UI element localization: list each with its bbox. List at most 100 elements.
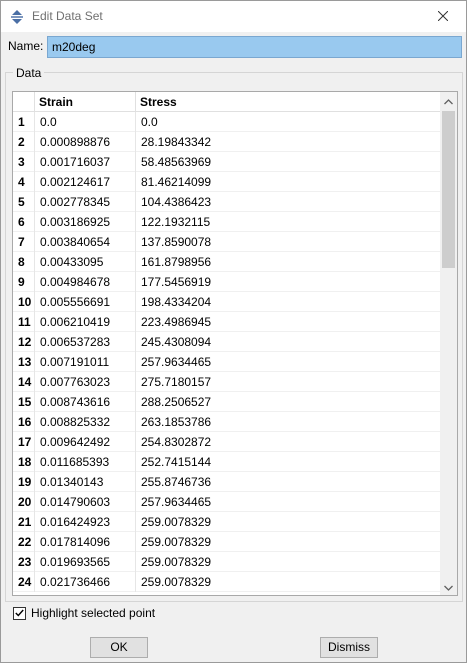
row-index[interactable]: 8 xyxy=(13,252,35,272)
strain-cell[interactable]: 0.000898876 xyxy=(35,132,136,152)
strain-cell[interactable]: 0.009642492 xyxy=(35,432,136,452)
table-row[interactable]: 9 0.004984678 177.5456919 xyxy=(13,272,441,292)
table-row[interactable]: 8 0.00433095 161.8798956 xyxy=(13,252,441,272)
stress-cell[interactable]: 254.8302872 xyxy=(136,432,441,452)
table-row[interactable]: 10 0.005556691 198.4334204 xyxy=(13,292,441,312)
row-index[interactable]: 23 xyxy=(13,552,35,572)
row-index[interactable]: 4 xyxy=(13,172,35,192)
table-row[interactable]: 21 0.016424923 259.0078329 xyxy=(13,512,441,532)
stress-cell[interactable]: 0.0 xyxy=(136,112,441,132)
strain-cell[interactable]: 0.006210419 xyxy=(35,312,136,332)
data-table[interactable]: Strain Stress 1 0.0 0.0 2 0.000898876 28.1984… xyxy=(12,91,458,596)
scroll-up-button[interactable] xyxy=(440,92,457,109)
scroll-thumb[interactable] xyxy=(442,111,455,268)
strain-cell[interactable]: 0.00433095 xyxy=(35,252,136,272)
stress-cell[interactable]: 259.0078329 xyxy=(136,572,441,592)
scroll-down-button[interactable] xyxy=(440,578,457,595)
strain-cell[interactable]: 0.002124617 xyxy=(35,172,136,192)
strain-cell[interactable]: 0.004984678 xyxy=(35,272,136,292)
row-index[interactable]: 6 xyxy=(13,212,35,232)
stress-cell[interactable]: 104.4386423 xyxy=(136,192,441,212)
row-index[interactable]: 19 xyxy=(13,472,35,492)
table-row[interactable]: 24 0.021736466 259.0078329 xyxy=(13,572,441,592)
table-row[interactable]: 13 0.007191011 257.9634465 xyxy=(13,352,441,372)
strain-cell[interactable]: 0.002778345 xyxy=(35,192,136,212)
table-row[interactable]: 14 0.007763023 275.7180157 xyxy=(13,372,441,392)
row-index[interactable]: 20 xyxy=(13,492,35,512)
stress-cell[interactable]: 259.0078329 xyxy=(136,532,441,552)
table-row[interactable]: 11 0.006210419 223.4986945 xyxy=(13,312,441,332)
table-row[interactable]: 20 0.014790603 257.9634465 xyxy=(13,492,441,512)
table-row[interactable]: 3 0.001716037 58.48563969 xyxy=(13,152,441,172)
ok-button[interactable]: OK xyxy=(90,637,148,658)
row-index[interactable]: 13 xyxy=(13,352,35,372)
row-index[interactable]: 12 xyxy=(13,332,35,352)
highlight-selected-point-option[interactable]: Highlight selected point xyxy=(13,605,155,621)
strain-cell[interactable]: 0.008825332 xyxy=(35,412,136,432)
table-row[interactable]: 22 0.017814096 259.0078329 xyxy=(13,532,441,552)
row-index[interactable]: 3 xyxy=(13,152,35,172)
row-index[interactable]: 10 xyxy=(13,292,35,312)
stress-cell[interactable]: 177.5456919 xyxy=(136,272,441,292)
row-index[interactable]: 2 xyxy=(13,132,35,152)
row-index[interactable]: 14 xyxy=(13,372,35,392)
stress-cell[interactable]: 288.2506527 xyxy=(136,392,441,412)
table-row[interactable]: 4 0.002124617 81.46214099 xyxy=(13,172,441,192)
row-index[interactable]: 21 xyxy=(13,512,35,532)
strain-cell[interactable]: 0.007763023 xyxy=(35,372,136,392)
strain-cell[interactable]: 0.007191011 xyxy=(35,352,136,372)
stress-cell[interactable]: 245.4308094 xyxy=(136,332,441,352)
highlight-checkbox[interactable] xyxy=(13,606,26,620)
stress-cell[interactable]: 255.8746736 xyxy=(136,472,441,492)
row-index[interactable]: 5 xyxy=(13,192,35,212)
close-button[interactable] xyxy=(420,1,466,32)
table-row[interactable]: 5 0.002778345 104.4386423 xyxy=(13,192,441,212)
table-row[interactable]: 7 0.003840654 137.8590078 xyxy=(13,232,441,252)
table-row[interactable]: 15 0.008743616 288.2506527 xyxy=(13,392,441,412)
row-index[interactable]: 9 xyxy=(13,272,35,292)
strain-cell[interactable]: 0.01340143 xyxy=(35,472,136,492)
row-index[interactable]: 17 xyxy=(13,432,35,452)
stress-cell[interactable]: 259.0078329 xyxy=(136,552,441,572)
table-row[interactable]: 6 0.003186925 122.1932115 xyxy=(13,212,441,232)
table-row[interactable]: 1 0.0 0.0 xyxy=(13,112,441,132)
stress-cell[interactable]: 252.7415144 xyxy=(136,452,441,472)
strain-cell[interactable]: 0.021736466 xyxy=(35,572,136,592)
stress-cell[interactable]: 223.4986945 xyxy=(136,312,441,332)
stress-cell[interactable]: 257.9634465 xyxy=(136,352,441,372)
table-row[interactable]: 16 0.008825332 263.1853786 xyxy=(13,412,441,432)
column-header-strain[interactable]: Strain xyxy=(35,92,136,112)
strain-cell[interactable]: 0.0 xyxy=(35,112,136,132)
row-index[interactable]: 22 xyxy=(13,532,35,552)
table-row[interactable]: 2 0.000898876 28.19843342 xyxy=(13,132,441,152)
strain-cell[interactable]: 0.006537283 xyxy=(35,332,136,352)
strain-cell[interactable]: 0.005556691 xyxy=(35,292,136,312)
table-row[interactable]: 19 0.01340143 255.8746736 xyxy=(13,472,441,492)
strain-cell[interactable]: 0.003840654 xyxy=(35,232,136,252)
row-index[interactable]: 11 xyxy=(13,312,35,332)
vertical-scrollbar[interactable] xyxy=(440,92,457,595)
table-row[interactable]: 17 0.009642492 254.8302872 xyxy=(13,432,441,452)
row-index[interactable]: 16 xyxy=(13,412,35,432)
strain-cell[interactable]: 0.014790603 xyxy=(35,492,136,512)
stress-cell[interactable]: 28.19843342 xyxy=(136,132,441,152)
row-index[interactable]: 24 xyxy=(13,572,35,592)
column-header-stress[interactable]: Stress xyxy=(136,92,441,112)
stress-cell[interactable]: 198.4334204 xyxy=(136,292,441,312)
dismiss-button[interactable]: Dismiss xyxy=(320,637,378,658)
stress-cell[interactable]: 58.48563969 xyxy=(136,152,441,172)
row-index[interactable]: 15 xyxy=(13,392,35,412)
name-input[interactable]: m20deg xyxy=(47,36,462,58)
stress-cell[interactable]: 275.7180157 xyxy=(136,372,441,392)
stress-cell[interactable]: 137.8590078 xyxy=(136,232,441,252)
table-row[interactable]: 18 0.011685393 252.7415144 xyxy=(13,452,441,472)
stress-cell[interactable]: 263.1853786 xyxy=(136,412,441,432)
stress-cell[interactable]: 161.8798956 xyxy=(136,252,441,272)
strain-cell[interactable]: 0.001716037 xyxy=(35,152,136,172)
row-index[interactable]: 1 xyxy=(13,112,35,132)
strain-cell[interactable]: 0.011685393 xyxy=(35,452,136,472)
title-bar[interactable]: Edit Data Set xyxy=(1,1,466,32)
header-corner[interactable] xyxy=(13,92,35,112)
strain-cell[interactable]: 0.017814096 xyxy=(35,532,136,552)
row-index[interactable]: 7 xyxy=(13,232,35,252)
